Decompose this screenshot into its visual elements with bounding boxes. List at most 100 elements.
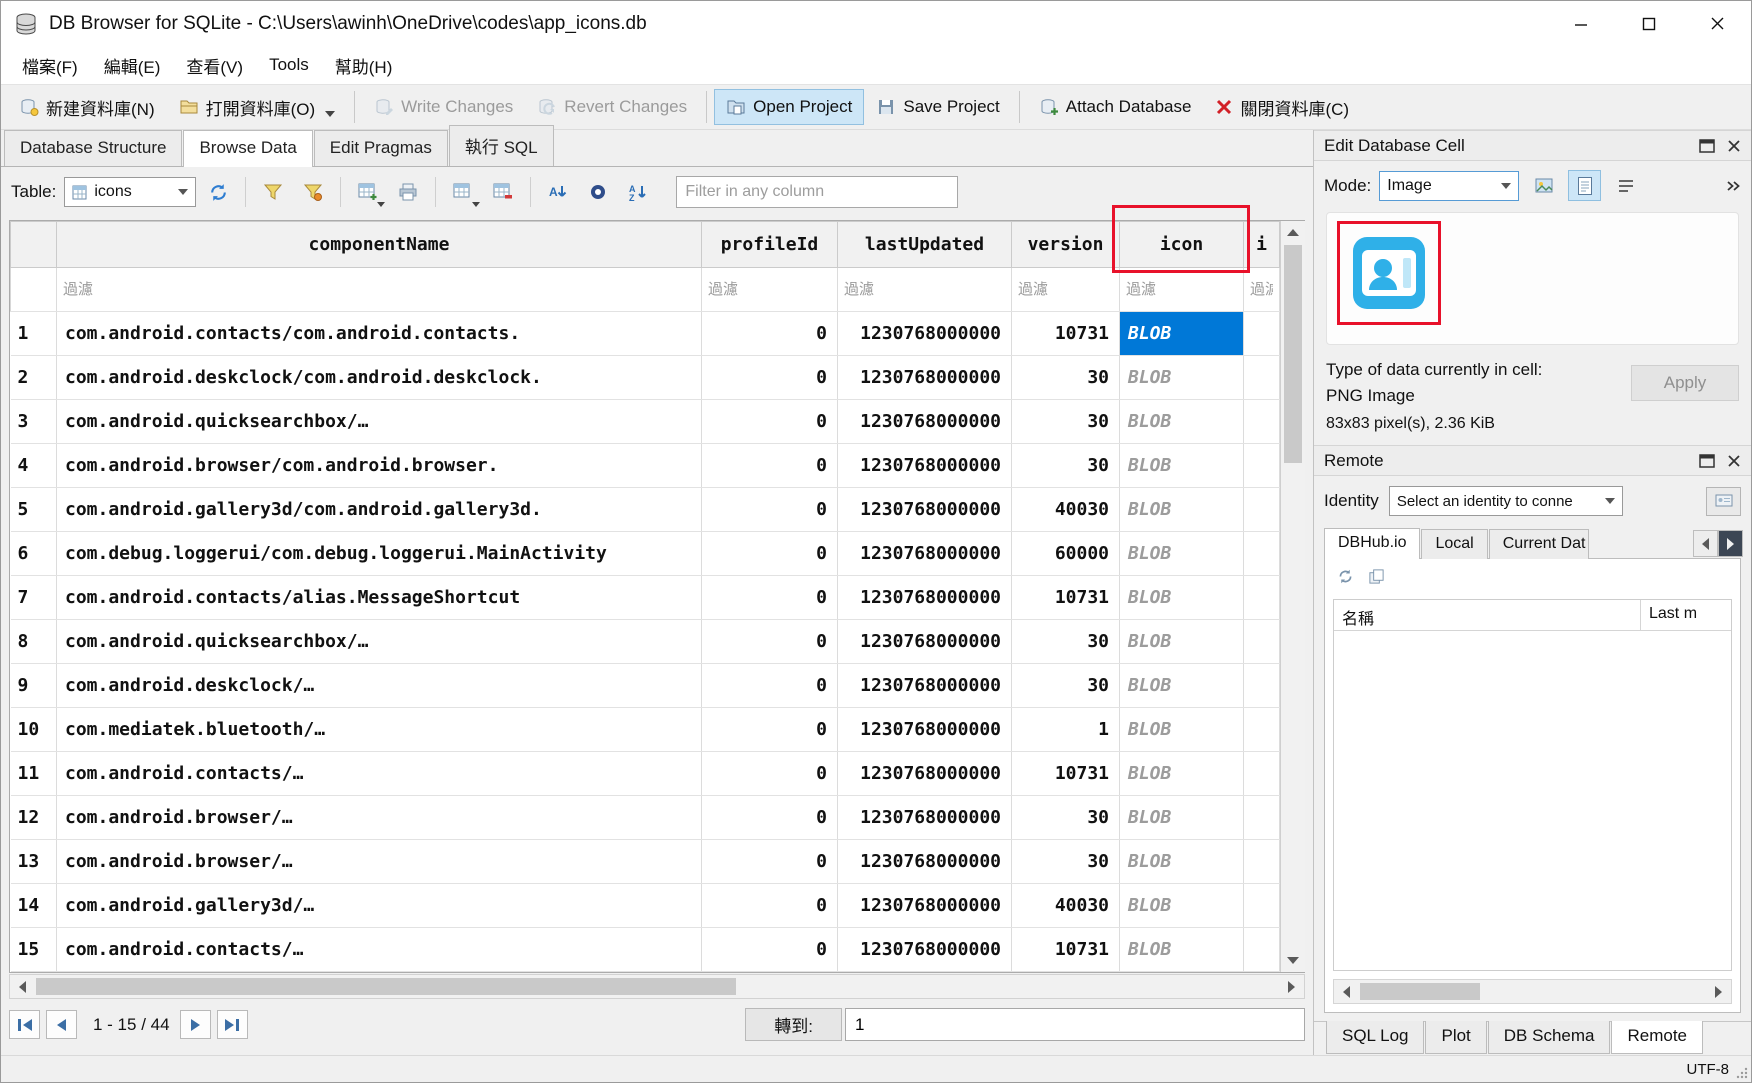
cell-lastUpdated[interactable]: 1230768000000 (838, 576, 1012, 620)
cell-overflow[interactable] (1244, 532, 1280, 576)
filter-input-profileId[interactable] (702, 268, 837, 311)
cell-componentName[interactable]: com.android.gallery3d/com.android.galler… (57, 488, 702, 532)
scroll-down-button[interactable] (1281, 949, 1305, 972)
export-table-button[interactable] (445, 174, 481, 210)
open-project-button[interactable]: Open Project (714, 89, 864, 125)
cell-profileId[interactable]: 0 (702, 752, 838, 796)
cell-componentName[interactable]: com.android.browser/… (57, 840, 702, 884)
cell-version[interactable]: 30 (1012, 444, 1120, 488)
cell-componentName[interactable]: com.android.deskclock/… (57, 664, 702, 708)
cell-version[interactable]: 1 (1012, 708, 1120, 752)
save-project-button[interactable]: Save Project (864, 89, 1011, 125)
sort-ascending-button[interactable]: A (540, 174, 576, 210)
cell-componentName[interactable]: com.android.deskclock/com.android.deskcl… (57, 356, 702, 400)
word-wrap-button[interactable] (1609, 170, 1642, 201)
cell-overflow[interactable] (1244, 444, 1280, 488)
tab-execute-sql[interactable]: 執行 SQL (449, 125, 554, 166)
next-page-button[interactable] (180, 1010, 211, 1039)
cell-overflow[interactable] (1244, 400, 1280, 444)
filter-input-version[interactable] (1012, 268, 1119, 311)
cell-overflow[interactable] (1244, 928, 1280, 972)
remote-horizontal-scrollbar[interactable] (1333, 979, 1732, 1004)
cell-profileId[interactable]: 0 (702, 444, 838, 488)
column-header-overflow[interactable]: i (1244, 222, 1280, 268)
remote-tab-local[interactable]: Local (1421, 529, 1487, 559)
cell-lastUpdated[interactable]: 1230768000000 (838, 356, 1012, 400)
scroll-left-button[interactable] (1334, 980, 1359, 1003)
row-number-cell[interactable]: 1 (11, 312, 57, 356)
row-number-cell[interactable]: 9 (11, 664, 57, 708)
row-number-cell[interactable]: 12 (11, 796, 57, 840)
cell-overflow[interactable] (1244, 840, 1280, 884)
cell-lastUpdated[interactable]: 1230768000000 (838, 664, 1012, 708)
cell-componentName[interactable]: com.debug.loggerui/com.debug.loggerui.Ma… (57, 532, 702, 576)
cell-componentName[interactable]: com.android.contacts/alias.MessageShortc… (57, 576, 702, 620)
dock-tab-remote[interactable]: Remote (1611, 1021, 1703, 1054)
maximize-button[interactable] (1615, 1, 1683, 46)
cell-profileId[interactable]: 0 (702, 400, 838, 444)
row-number-cell[interactable]: 8 (11, 620, 57, 664)
row-number-cell[interactable]: 5 (11, 488, 57, 532)
cell-lastUpdated[interactable]: 1230768000000 (838, 400, 1012, 444)
filter-options-button[interactable] (295, 174, 331, 210)
cell-version[interactable]: 40030 (1012, 884, 1120, 928)
cell-version[interactable]: 30 (1012, 664, 1120, 708)
cell-icon[interactable]: BLOB (1120, 840, 1244, 884)
import-data-button[interactable] (1527, 170, 1560, 201)
row-number-cell[interactable]: 6 (11, 532, 57, 576)
menu-view[interactable]: 查看(V) (173, 47, 256, 84)
scroll-left-button[interactable] (10, 975, 35, 998)
cell-lastUpdated[interactable]: 1230768000000 (838, 708, 1012, 752)
column-header-profileId[interactable]: profileId (702, 222, 838, 268)
goto-record-input[interactable] (845, 1008, 1305, 1041)
row-number-cell[interactable]: 2 (11, 356, 57, 400)
cell-icon[interactable]: BLOB (1120, 708, 1244, 752)
row-number-cell[interactable]: 14 (11, 884, 57, 928)
cell-profileId[interactable]: 0 (702, 312, 838, 356)
remote-clone-icon[interactable] (1368, 568, 1385, 585)
cell-icon[interactable]: BLOB (1120, 796, 1244, 840)
cell-overflow[interactable] (1244, 488, 1280, 532)
cell-version[interactable]: 10731 (1012, 312, 1120, 356)
column-header-componentName[interactable]: componentName (57, 222, 702, 268)
tab-scroll-right-button[interactable] (1718, 530, 1743, 557)
cell-icon[interactable]: BLOB (1120, 400, 1244, 444)
cell-version[interactable]: 30 (1012, 796, 1120, 840)
text-view-toggle-button[interactable] (1568, 170, 1601, 201)
remote-refresh-icon[interactable] (1337, 568, 1354, 585)
row-number-cell[interactable]: 15 (11, 928, 57, 972)
cell-profileId[interactable]: 0 (702, 928, 838, 972)
cell-icon[interactable]: BLOB (1120, 356, 1244, 400)
previous-page-button[interactable] (46, 1010, 77, 1039)
cell-version[interactable]: 10731 (1012, 752, 1120, 796)
cell-overflow[interactable] (1244, 576, 1280, 620)
filter-input-componentName[interactable] (57, 268, 701, 311)
float-panel-icon[interactable] (1699, 454, 1715, 468)
delete-record-button[interactable] (485, 174, 521, 210)
remote-tab-current-database[interactable]: Current Dat (1489, 529, 1589, 559)
row-number-cell[interactable]: 10 (11, 708, 57, 752)
scroll-up-button[interactable] (1281, 221, 1305, 244)
dock-tab-plot[interactable]: Plot (1425, 1021, 1486, 1054)
remote-column-last-modified[interactable]: Last m (1641, 600, 1731, 630)
cell-overflow[interactable] (1244, 884, 1280, 928)
menu-edit[interactable]: 編輯(E) (91, 47, 174, 84)
attach-database-button[interactable]: Attach Database (1027, 89, 1204, 125)
row-number-cell[interactable]: 7 (11, 576, 57, 620)
cell-icon[interactable]: BLOB (1120, 488, 1244, 532)
resize-grip-icon[interactable] (1736, 1067, 1748, 1079)
cell-profileId[interactable]: 0 (702, 840, 838, 884)
close-panel-icon[interactable] (1727, 454, 1741, 468)
last-page-button[interactable] (217, 1010, 248, 1039)
cell-profileId[interactable]: 0 (702, 488, 838, 532)
dock-tab-db-schema[interactable]: DB Schema (1488, 1021, 1611, 1054)
cell-version[interactable]: 30 (1012, 356, 1120, 400)
horizontal-scrollbar-thumb[interactable] (36, 978, 736, 995)
vertical-scrollbar[interactable] (1280, 221, 1305, 972)
tab-browse-data[interactable]: Browse Data (183, 130, 312, 167)
cell-icon[interactable]: BLOB (1120, 928, 1244, 972)
remote-table-body[interactable] (1334, 631, 1731, 970)
cell-icon[interactable]: BLOB (1120, 576, 1244, 620)
mode-select[interactable]: Image (1379, 171, 1519, 201)
cell-version[interactable]: 10731 (1012, 576, 1120, 620)
